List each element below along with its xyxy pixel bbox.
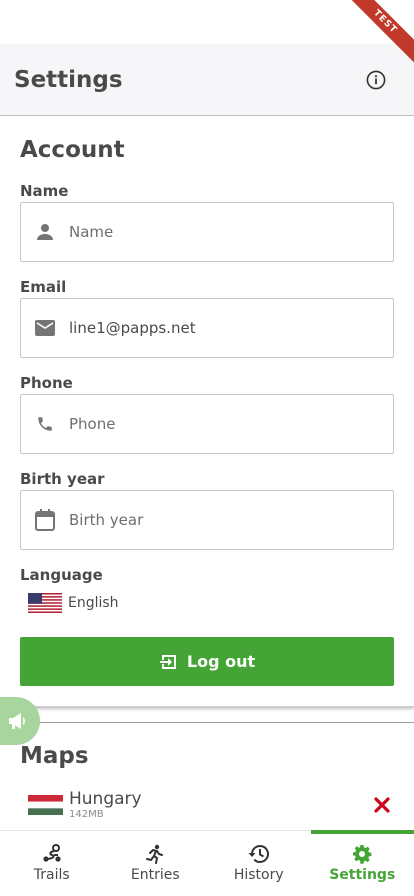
tab-label-settings: Settings [329,867,396,883]
calendar-icon [33,508,57,532]
account-card: Account Name Email Phone Birth year [0,117,414,707]
close-icon [374,797,390,813]
name-field[interactable] [20,202,394,262]
map-size: 142MB [69,809,104,820]
name-input[interactable] [69,203,393,261]
language-label: Language [20,566,103,584]
settings-content[interactable]: Account Name Email Phone Birth year [0,117,414,830]
delete-map-button[interactable] [370,793,394,817]
history-icon [248,843,270,865]
map-name: Hungary [69,789,142,809]
map-info: Hungary 142MB [69,789,370,821]
phone-icon [33,412,57,436]
maps-section-title: Maps [20,743,89,769]
email-label: Email [20,278,67,296]
phone-input[interactable] [69,395,393,453]
info-button[interactable] [364,68,388,92]
birth-year-label: Birth year [20,470,105,488]
logout-button[interactable]: Log out [20,637,394,686]
megaphone-icon [9,713,25,729]
tab-history[interactable]: History [207,831,311,896]
runner-icon [145,843,165,865]
hungary-flag-icon [28,795,63,815]
trail-icon [41,843,63,865]
page-title: Settings [14,66,123,93]
tab-settings[interactable]: Settings [310,830,414,896]
maps-section: Maps Hungary 142MB [0,722,414,825]
tab-label-history: History [233,867,284,883]
person-icon [33,220,57,244]
status-bar [0,0,414,44]
birth-year-input[interactable] [69,491,393,549]
name-label: Name [20,182,69,200]
app-header: Settings [0,44,414,116]
language-selector[interactable]: English [20,588,394,618]
tab-trails[interactable]: Trails [0,831,104,896]
mail-icon [33,316,57,340]
tab-label-entries: Entries [130,867,180,883]
phone-label: Phone [20,374,73,392]
email-input[interactable] [69,299,393,357]
gear-icon [352,843,372,865]
logout-label: Log out [186,652,256,671]
tab-label-trails: Trails [33,867,70,883]
us-flag-icon [28,593,62,613]
map-item[interactable]: Hungary 142MB [20,785,394,825]
email-field[interactable] [20,298,394,358]
birth-year-field[interactable] [20,490,394,550]
account-section-title: Account [20,137,125,163]
phone-field[interactable] [20,394,394,454]
tab-entries[interactable]: Entries [104,831,208,896]
info-circle-icon [366,70,386,89]
tab-bar: Trails Entries History Settings [0,830,414,896]
language-value: English [68,595,119,611]
logout-icon [159,654,176,669]
